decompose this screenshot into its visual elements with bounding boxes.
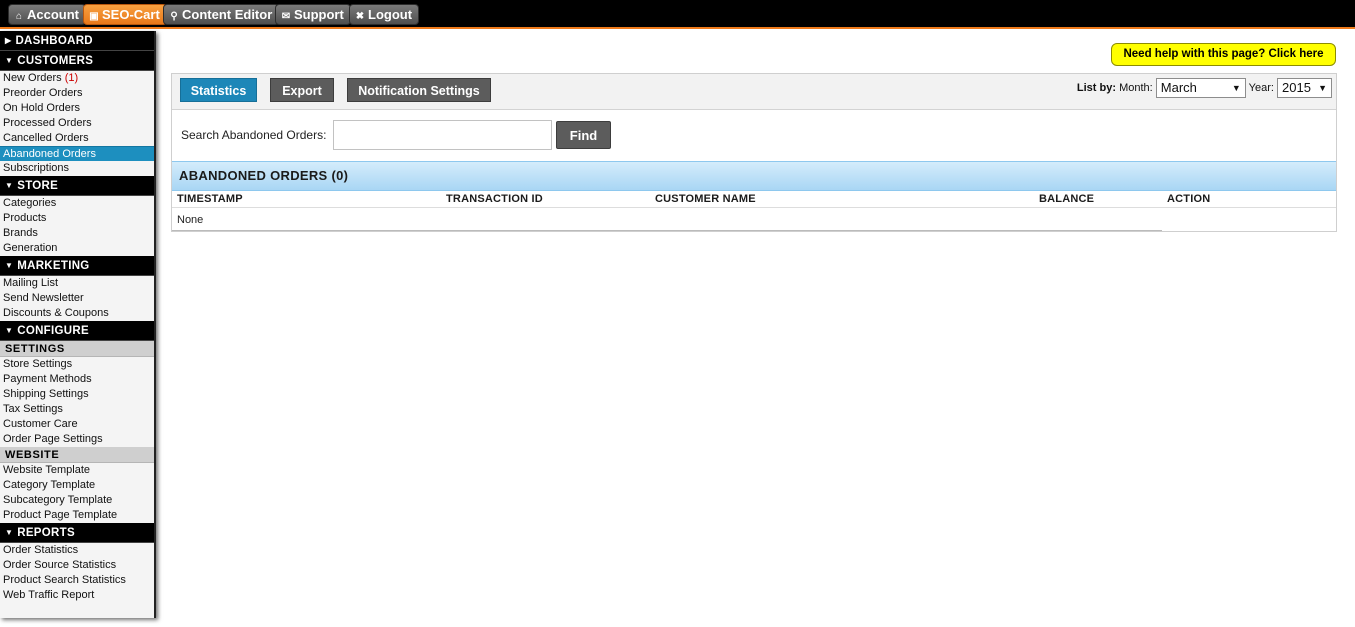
cart-icon: ▣ — [89, 11, 99, 22]
sidebar-item-website-template[interactable]: Website Template — [0, 463, 154, 478]
sidebar-item-subcategory-template[interactable]: Subcategory Template — [0, 493, 154, 508]
seo-cart-label: SEO-Cart — [102, 7, 160, 22]
table-header-row: TIMESTAMP TRANSACTION ID CUSTOMER NAME B… — [172, 192, 1336, 208]
top-navigation-bar: ⌂ Account ▣ SEO-Cart ⚲ Content Editor ✉ Supp… — [0, 0, 1355, 29]
year-label: Year: — [1248, 82, 1274, 94]
sidebar-item-store-settings[interactable]: Store Settings — [0, 357, 154, 372]
sidebar-item-preorder-orders[interactable]: Preorder Orders — [0, 86, 154, 101]
sidebar-item-brands[interactable]: Brands — [0, 226, 154, 241]
sidebar-item-category-template[interactable]: Category Template — [0, 478, 154, 493]
section-label: MARKETING — [17, 260, 90, 272]
sidebar-section-reports[interactable]: ▼ REPORTS — [0, 523, 154, 543]
account-label: Account — [27, 7, 79, 22]
expanded-arrow-icon: ▼ — [5, 181, 14, 190]
column-header-action: ACTION — [1167, 193, 1211, 205]
support-icon: ✉ — [281, 11, 291, 22]
sidebar-item-products[interactable]: Products — [0, 211, 154, 226]
section-label: CUSTOMERS — [17, 55, 94, 67]
new-orders-count-badge: (1) — [64, 72, 79, 84]
abandoned-orders-panel: Statistics Export Notification Settings … — [171, 73, 1337, 232]
logout-label: Logout — [368, 7, 413, 22]
logout-button[interactable]: ✖ Logout — [349, 4, 420, 25]
sidebar-item-shipping-settings[interactable]: Shipping Settings — [0, 387, 154, 402]
sidebar-item-abandoned-orders[interactable]: Abandoned Orders — [0, 146, 154, 161]
sidebar-section-dashboard[interactable]: ▶ DASHBOARD — [0, 31, 154, 51]
content-editor-label: Content Editor — [182, 7, 273, 22]
sidebar-item-payment-methods[interactable]: Payment Methods — [0, 372, 154, 387]
sidebar-item-order-source-statistics[interactable]: Order Source Statistics — [0, 558, 154, 573]
month-label: Month: — [1119, 82, 1153, 94]
help-button[interactable]: Need help with this page? Click here — [1111, 43, 1336, 66]
expanded-arrow-icon: ▼ — [5, 261, 14, 270]
column-header-customer-name: CUSTOMER NAME — [655, 193, 756, 205]
wrench-icon: ⚲ — [170, 11, 178, 22]
support-button[interactable]: ✉ Support — [275, 4, 351, 25]
home-icon: ⌂ — [15, 11, 23, 22]
sidebar-subsection-settings: SETTINGS — [0, 341, 154, 357]
account-button[interactable]: ⌂ Account — [8, 4, 86, 25]
month-select[interactable]: March ▼ — [1155, 78, 1246, 98]
column-header-timestamp: TIMESTAMP — [177, 193, 243, 205]
sidebar-item-order-statistics[interactable]: Order Statistics — [0, 543, 154, 558]
export-button[interactable]: Export — [270, 78, 334, 102]
sidebar: ▶ DASHBOARD ▼ CUSTOMERS New Orders (1) Pre… — [0, 31, 156, 618]
content-editor-button[interactable]: ⚲ Content Editor — [163, 4, 280, 25]
list-by-filter: List by: Month: March ▼ Year: 2015 ▼ — [1077, 78, 1332, 98]
column-header-transaction-id: TRANSACTION ID — [446, 193, 543, 205]
seo-cart-button[interactable]: ▣ SEO-Cart — [83, 4, 167, 25]
sidebar-item-order-page-settings[interactable]: Order Page Settings — [0, 432, 154, 447]
item-label: New Orders — [3, 72, 62, 84]
sidebar-section-store[interactable]: ▼ STORE — [0, 176, 154, 196]
sidebar-item-cancelled-orders[interactable]: Cancelled Orders — [0, 131, 154, 146]
sidebar-item-new-orders[interactable]: New Orders (1) — [0, 71, 154, 86]
sidebar-section-customers[interactable]: ▼ CUSTOMERS — [0, 51, 154, 71]
dropdown-arrow-icon: ▼ — [1318, 83, 1327, 93]
dropdown-arrow-icon: ▼ — [1231, 83, 1241, 93]
sidebar-section-configure[interactable]: ▼ CONFIGURE — [0, 321, 154, 341]
sidebar-item-product-search-statistics[interactable]: Product Search Statistics — [0, 573, 154, 588]
sidebar-section-marketing[interactable]: ▼ MARKETING — [0, 256, 154, 276]
sidebar-item-mailing-list[interactable]: Mailing List — [0, 276, 154, 291]
sidebar-item-send-newsletter[interactable]: Send Newsletter — [0, 291, 154, 306]
sidebar-item-product-page-template[interactable]: Product Page Template — [0, 508, 154, 523]
sidebar-item-categories[interactable]: Categories — [0, 196, 154, 211]
sidebar-item-customer-care[interactable]: Customer Care — [0, 417, 154, 432]
sidebar-item-subscriptions[interactable]: Subscriptions — [0, 161, 154, 176]
sidebar-item-processed-orders[interactable]: Processed Orders — [0, 116, 154, 131]
section-label: CONFIGURE — [17, 325, 89, 337]
section-label: REPORTS — [17, 527, 75, 539]
search-row: Search Abandoned Orders: Find — [172, 111, 1336, 161]
support-label: Support — [294, 7, 344, 22]
expanded-arrow-icon: ▼ — [5, 56, 14, 65]
find-button[interactable]: Find — [556, 121, 611, 149]
statistics-button[interactable]: Statistics — [180, 78, 257, 102]
sidebar-item-discounts-coupons[interactable]: Discounts & Coupons — [0, 306, 154, 321]
year-select[interactable]: 2015 ▼ — [1277, 78, 1332, 98]
month-value: March — [1160, 80, 1197, 95]
sidebar-item-generation[interactable]: Generation — [0, 241, 154, 256]
list-by-label: List by: — [1076, 82, 1117, 94]
search-input[interactable] — [333, 120, 552, 150]
empty-text: None — [177, 214, 204, 226]
sidebar-item-on-hold-orders[interactable]: On Hold Orders — [0, 101, 154, 116]
column-header-balance: BALANCE — [1039, 193, 1095, 205]
toolbar: Statistics Export Notification Settings … — [172, 74, 1336, 110]
sidebar-item-web-traffic-report[interactable]: Web Traffic Report — [0, 588, 154, 603]
section-label: STORE — [17, 180, 59, 192]
orders-section-title: ABANDONED ORDERS (0) — [172, 161, 1336, 191]
sidebar-subsection-website: WEBSITE — [0, 447, 154, 463]
expanded-arrow-icon: ▼ — [5, 528, 14, 537]
year-value: 2015 — [1282, 80, 1311, 95]
collapsed-arrow-icon: ▶ — [5, 36, 12, 45]
close-icon: ✖ — [355, 11, 365, 22]
table-row: None — [172, 209, 1162, 231]
sidebar-item-tax-settings[interactable]: Tax Settings — [0, 402, 154, 417]
section-label: DASHBOARD — [15, 35, 93, 47]
search-label: Search Abandoned Orders: — [181, 128, 327, 142]
notification-settings-button[interactable]: Notification Settings — [347, 78, 491, 102]
expanded-arrow-icon: ▼ — [5, 326, 14, 335]
